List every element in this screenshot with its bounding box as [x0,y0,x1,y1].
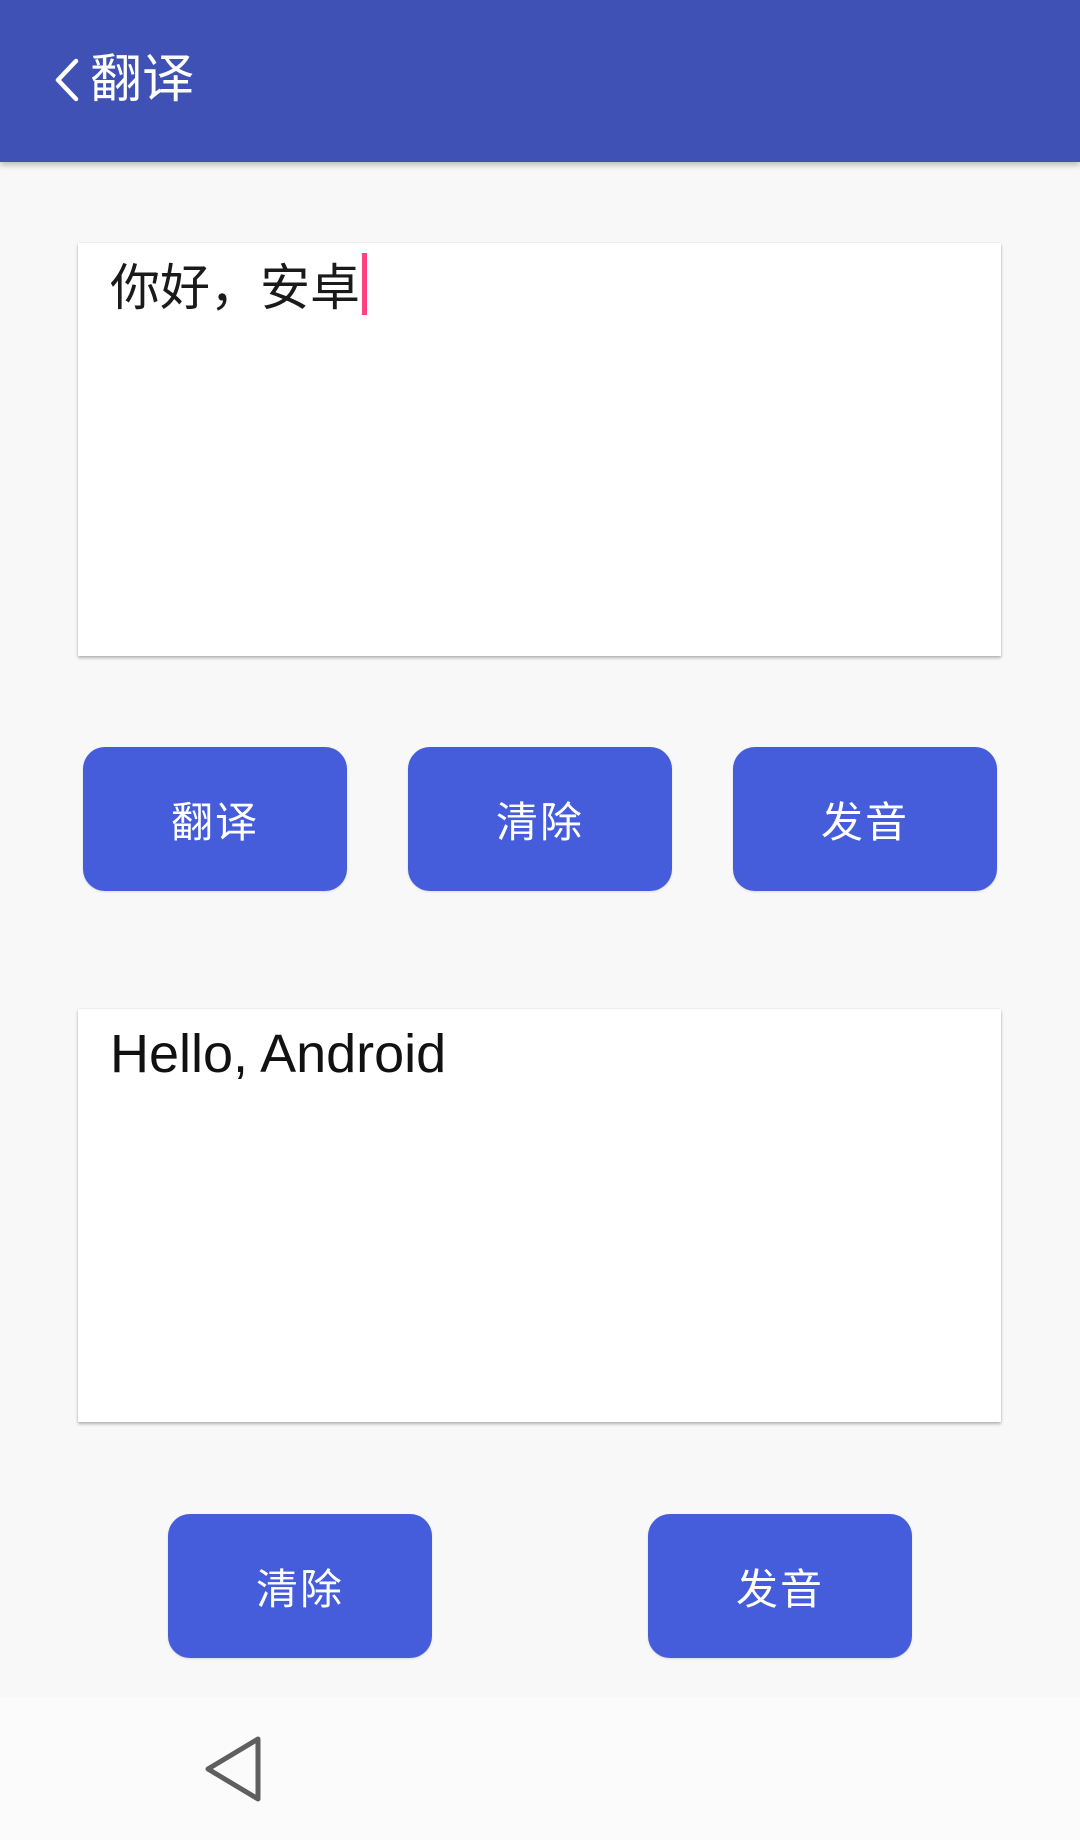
source-text-input[interactable]: 你好，安卓 [78,243,1001,656]
result-text-box[interactable]: Hello, Android [78,1009,1001,1422]
chevron-left-icon [55,58,79,102]
speak-source-button[interactable]: 发音 [733,747,997,891]
clear-result-button-label: 清除 [255,1564,344,1614]
translate-button-label: 翻译 [170,797,259,847]
speak-result-button-label: 发音 [735,1564,824,1614]
clear-source-button-label: 清除 [495,797,584,847]
source-text-value: 你好，安卓 [110,259,360,317]
translate-button[interactable]: 翻译 [83,747,347,891]
page-title: 翻译 [90,50,195,110]
system-nav-bar [0,1697,1080,1840]
speak-source-button-label: 发音 [820,797,909,847]
text-cursor [362,253,367,315]
app-bar: 翻译 [0,0,1080,162]
triangle-back-icon[interactable] [200,1733,266,1805]
clear-source-button[interactable]: 清除 [408,747,672,891]
back-button[interactable]: 翻译 [50,40,194,120]
speak-result-button[interactable]: 发音 [648,1514,912,1658]
clear-result-button[interactable]: 清除 [168,1514,432,1658]
source-text-line: 你好，安卓 [110,253,367,323]
result-text-value: Hello, Android [110,1024,447,1084]
